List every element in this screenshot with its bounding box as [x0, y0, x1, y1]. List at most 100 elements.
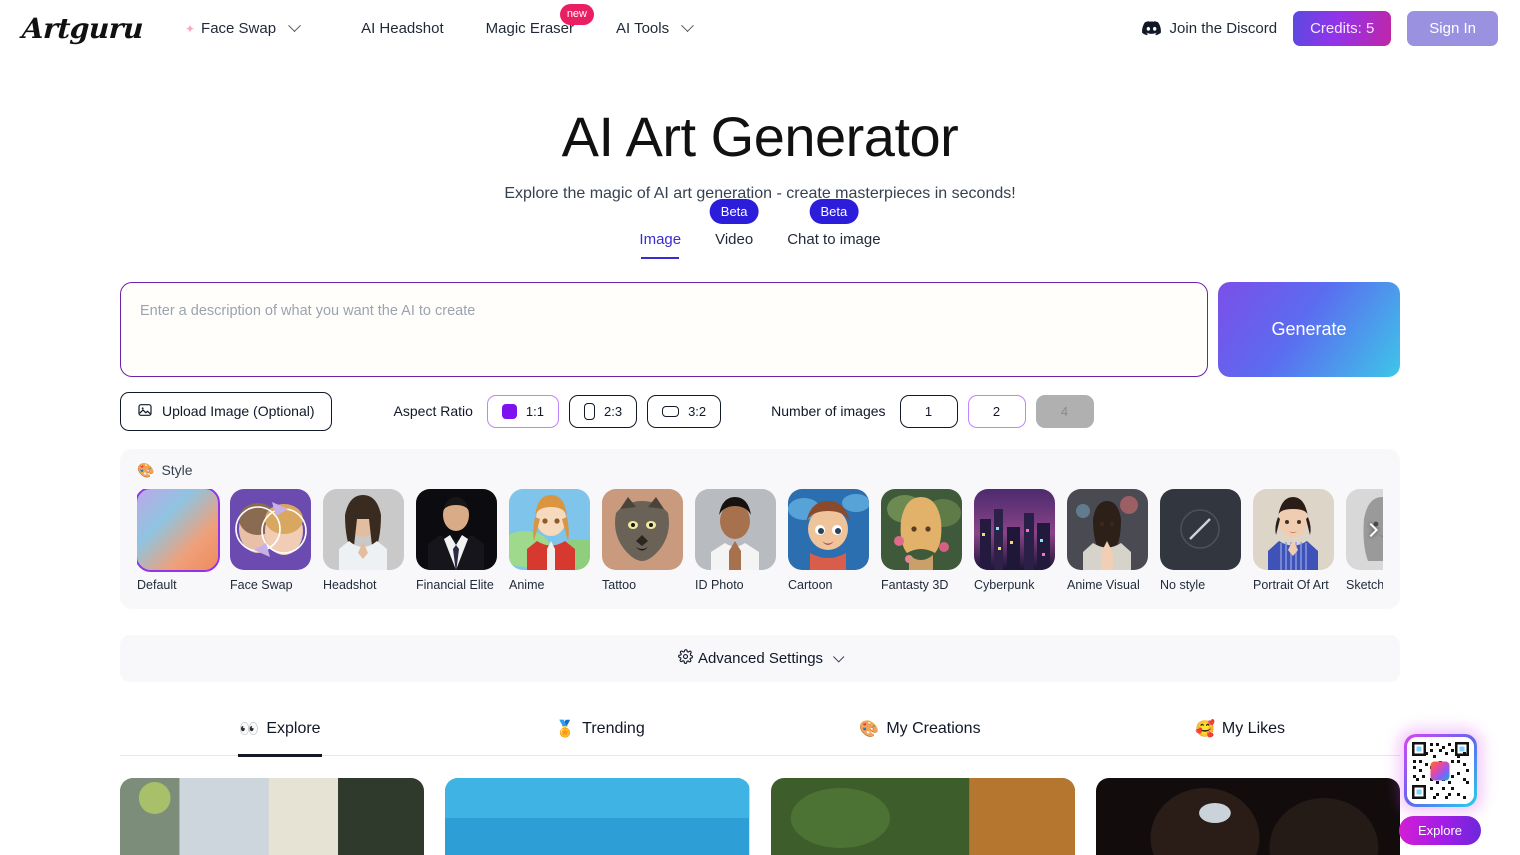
style-panel: 🎨 Style Default Face Swap Headshot Finan…: [120, 448, 1400, 610]
medal-icon: 🏅: [555, 721, 576, 739]
landscape-shape-icon: [662, 405, 680, 417]
style-strip[interactable]: Default Face Swap Headshot Financial Eli…: [137, 488, 1383, 595]
main-nav: ✦ Face Swap AI Headshot Magic Eraser new…: [171, 4, 706, 43]
nav-label-ai-tools: AI Tools: [616, 20, 670, 37]
style-label-fantasty-3d: Fantasty 3D: [881, 577, 949, 592]
style-item-id-photo[interactable]: ID Photo: [695, 488, 776, 595]
beta-badge-video: Beta: [709, 198, 759, 224]
advanced-settings-toggle[interactable]: Advanced Settings: [120, 635, 1400, 683]
square-shape-icon: [501, 403, 517, 419]
new-badge: new: [559, 4, 594, 25]
style-thumb-id-photo: [695, 488, 776, 570]
nav-item-ai-headshot[interactable]: AI Headshot: [347, 14, 458, 43]
style-item-anime-visual[interactable]: Anime Visual: [1067, 488, 1148, 595]
style-thumb-default: [137, 488, 220, 572]
gallery-tabs: 👀 Explore 🏅 Trending 🎨 My Creations 🥰 My…: [120, 708, 1400, 757]
style-label-default: Default: [137, 577, 177, 592]
number-option-2[interactable]: 2: [967, 394, 1026, 428]
gallery-card[interactable]: [120, 778, 425, 855]
gallery-tab-explore-label: Explore: [266, 720, 321, 738]
style-item-tattoo[interactable]: Tattoo: [602, 488, 683, 595]
sign-in-button[interactable]: Sign In: [1407, 11, 1498, 46]
style-label-financial-elite: Financial Elite: [416, 577, 494, 592]
gallery-grid: [120, 778, 1400, 855]
nav-item-ai-tools[interactable]: AI Tools: [602, 14, 706, 43]
gallery-tab-my-creations-label: My Creations: [886, 720, 981, 738]
tab-image[interactable]: Image: [622, 225, 698, 262]
style-header: 🎨 Style: [137, 462, 1383, 479]
chevron-right-icon[interactable]: [1358, 517, 1384, 543]
tab-video[interactable]: Beta Video: [698, 198, 770, 262]
style-item-no-style[interactable]: No style: [1160, 488, 1241, 595]
number-option-4[interactable]: 4: [1035, 394, 1094, 428]
style-item-cartoon[interactable]: Cartoon: [788, 488, 869, 595]
qr-center-logo: [1430, 761, 1450, 780]
aspect-ratio-1-1[interactable]: 1:1: [486, 394, 559, 428]
tab-chat-to-image[interactable]: Beta Chat to image: [770, 198, 897, 262]
gallery-card[interactable]: [770, 778, 1075, 855]
style-item-anime[interactable]: Anime: [509, 488, 590, 595]
aspect-ratio-1-1-label: 1:1: [525, 403, 544, 419]
style-thumb-anime-visual: [1067, 488, 1148, 570]
nav-label-ai-headshot: AI Headshot: [361, 20, 444, 37]
credits-button[interactable]: Credits: 5: [1293, 11, 1392, 46]
image-icon: [137, 402, 153, 421]
floating-explore-widget: Explore: [1382, 734, 1498, 845]
style-label-id-photo: ID Photo: [695, 577, 744, 592]
join-discord-link[interactable]: Join the Discord: [1141, 20, 1277, 37]
portrait-shape-icon: [583, 402, 595, 420]
style-thumb-no-style: [1160, 488, 1241, 570]
style-item-portrait-of-art[interactable]: Portrait Of Art: [1253, 488, 1334, 595]
gallery-card[interactable]: [1095, 778, 1400, 855]
gallery-tab-trending[interactable]: 🏅 Trending: [440, 708, 760, 755]
sparkle-icon: ✦: [184, 21, 196, 36]
style-label-face-swap: Face Swap: [230, 577, 293, 592]
style-item-financial-elite[interactable]: Financial Elite: [416, 488, 497, 595]
style-item-default[interactable]: Default: [137, 488, 220, 595]
upload-image-button[interactable]: Upload Image (Optional): [120, 391, 332, 431]
aspect-ratio-group: 1:1 2:3 3:2: [486, 394, 722, 428]
number-of-images-group: 1 2 4: [899, 394, 1094, 428]
style-item-headshot[interactable]: Headshot: [323, 488, 404, 595]
style-thumb-cyberpunk: [974, 488, 1055, 570]
top-header: Artguru ✦ Face Swap AI Headshot Magic Er…: [0, 0, 1520, 57]
gallery-tab-my-creations[interactable]: 🎨 My Creations: [760, 708, 1080, 755]
nav-item-magic-eraser[interactable]: Magic Eraser new: [472, 4, 594, 43]
aspect-ratio-2-3[interactable]: 2:3: [568, 394, 638, 428]
style-item-face-swap[interactable]: Face Swap: [230, 488, 311, 595]
style-item-fantasty-3d[interactable]: Fantasty 3D: [881, 488, 962, 595]
style-thumb-financial-elite: [416, 488, 497, 570]
style-item-cyberpunk[interactable]: Cyberpunk: [974, 488, 1055, 595]
style-label-tattoo: Tattoo: [602, 577, 637, 592]
style-thumb-fantasty-3d: [881, 488, 962, 570]
upload-image-label: Upload Image (Optional): [162, 403, 315, 420]
chevron-down-icon: [681, 19, 694, 33]
options-row: Upload Image (Optional) Aspect Ratio 1:1…: [120, 391, 1400, 431]
mode-tabs: Image Beta Video Beta Chat to image: [0, 198, 1520, 262]
style-label-no-style: No style: [1160, 577, 1206, 592]
gallery-tab-explore[interactable]: 👀 Explore: [120, 708, 440, 755]
style-label-cartoon: Cartoon: [788, 577, 833, 592]
advanced-settings-label: Advanced Settings: [697, 650, 824, 668]
palette-icon: 🎨: [137, 461, 155, 478]
style-label-headshot: Headshot: [323, 577, 377, 592]
aspect-ratio-3-2[interactable]: 3:2: [647, 394, 722, 428]
explore-button[interactable]: Explore: [1398, 816, 1482, 845]
page-subtitle: Explore the magic of AI art generation -…: [504, 184, 1016, 202]
gallery-card[interactable]: [445, 778, 750, 855]
number-option-1[interactable]: 1: [899, 394, 958, 428]
header-actions: Join the Discord Credits: 5 Sign In: [1141, 11, 1498, 46]
gallery-tab-my-likes[interactable]: 🥰 My Likes: [1080, 708, 1400, 755]
style-thumb-tattoo: [602, 488, 683, 570]
style-header-label: Style: [161, 462, 193, 479]
nav-item-face-swap[interactable]: ✦ Face Swap: [171, 14, 313, 43]
gear-icon: [678, 649, 693, 668]
style-label-sketch: Sketch: [1346, 577, 1383, 592]
hero-section: AI Art Generator Explore the magic of AI…: [0, 57, 1520, 262]
app-logo[interactable]: Artguru: [21, 12, 144, 45]
prompt-input[interactable]: [140, 302, 1188, 356]
qr-code-frame[interactable]: [1403, 734, 1477, 807]
page-title: AI Art Generator: [561, 105, 959, 168]
qr-code: [1406, 737, 1474, 804]
generate-button[interactable]: Generate: [1218, 281, 1400, 377]
